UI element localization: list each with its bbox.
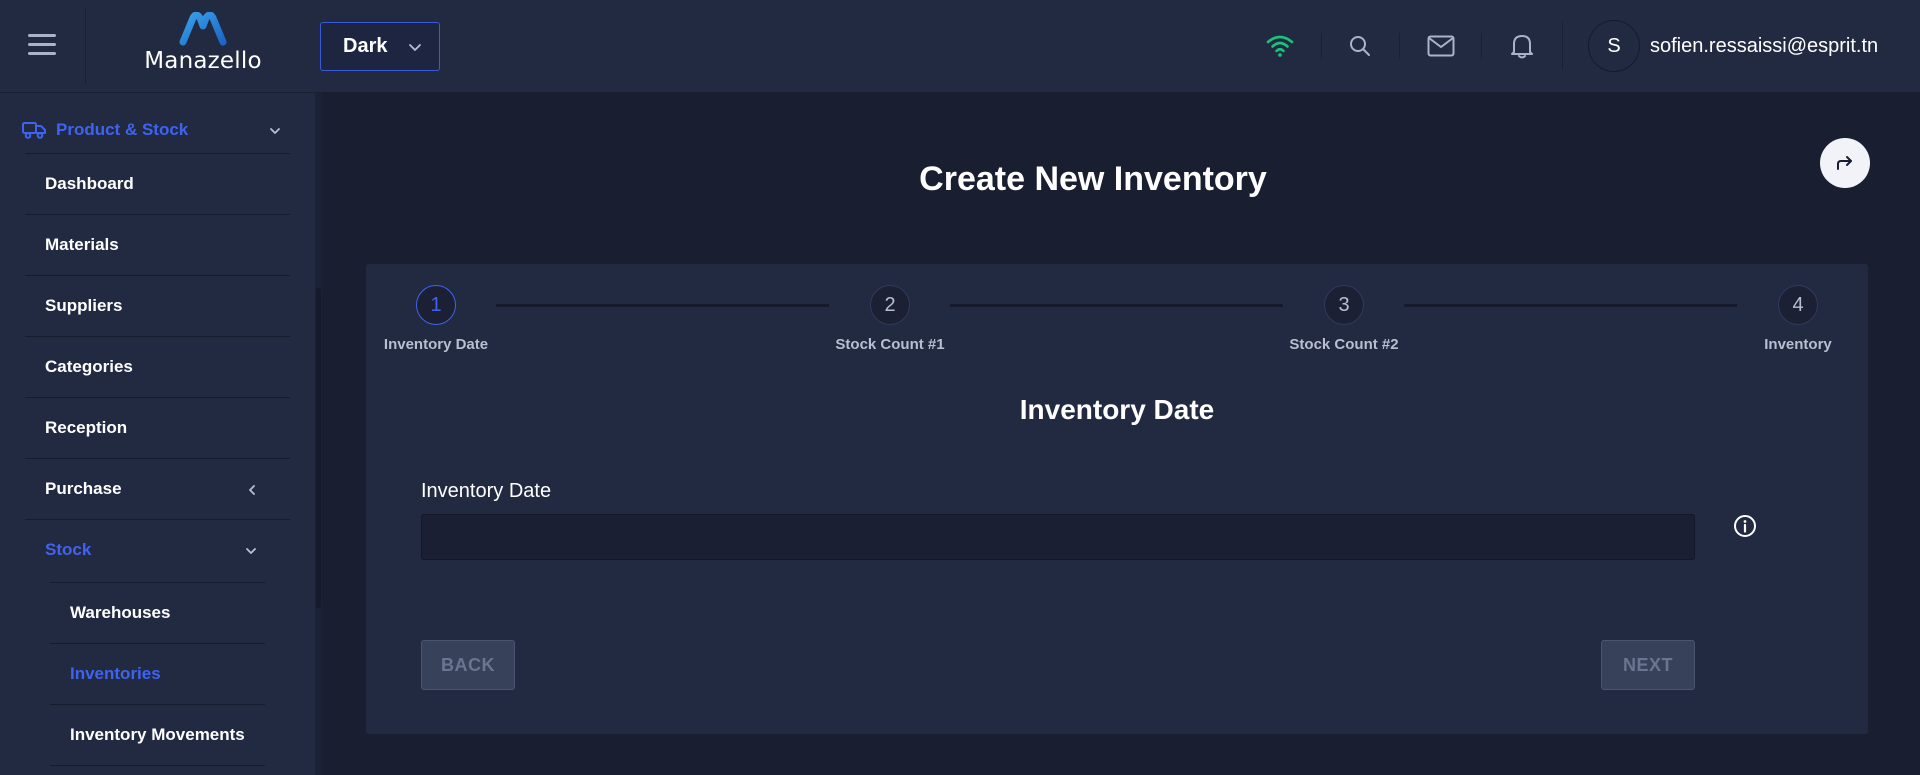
brand-name: Manazello bbox=[144, 48, 262, 74]
wifi-icon[interactable] bbox=[1265, 31, 1295, 61]
sidebar-item-label: Categories bbox=[45, 357, 133, 376]
sidebar-item-label: Purchase bbox=[45, 479, 122, 498]
chevron-down-icon bbox=[246, 548, 256, 554]
user-menu[interactable]: S sofien.ressaissi@esprit.tn bbox=[1588, 20, 1878, 72]
sidebar-item-suppliers[interactable]: Suppliers bbox=[25, 275, 290, 336]
logo-mark-icon bbox=[179, 12, 227, 46]
brand-logo[interactable]: Manazello bbox=[138, 12, 268, 78]
menu-icon[interactable] bbox=[28, 34, 56, 56]
step-4-indicator[interactable]: 4 bbox=[1778, 285, 1818, 325]
divider bbox=[1562, 22, 1563, 70]
sidebar-item-label: Suppliers bbox=[45, 296, 123, 315]
next-button[interactable]: NEXT bbox=[1601, 640, 1695, 690]
sidebar-subitem-label: Warehouses bbox=[70, 603, 171, 622]
info-icon[interactable] bbox=[1732, 513, 1758, 539]
divider bbox=[1399, 33, 1400, 59]
page-title: Create New Inventory bbox=[919, 160, 1267, 198]
user-email: sofien.ressaissi@esprit.tn bbox=[1650, 34, 1879, 57]
scrollbar-thumb[interactable] bbox=[316, 288, 321, 608]
sidebar-item-stock[interactable]: Stock bbox=[25, 519, 290, 580]
sidebar-item-dashboard[interactable]: Dashboard bbox=[25, 153, 290, 214]
chevron-down-icon bbox=[409, 44, 421, 51]
step-1-indicator[interactable]: 1 bbox=[416, 285, 456, 325]
step-connector bbox=[950, 304, 1283, 307]
sidebar-subitem-next bbox=[50, 765, 265, 775]
sidebar-subitem-inventories[interactable]: Inventories bbox=[50, 643, 265, 704]
divider bbox=[1321, 33, 1322, 59]
avatar: S bbox=[1588, 20, 1640, 72]
step-section-title: Inventory Date bbox=[1019, 394, 1215, 425]
step-1-label: Inventory Date bbox=[383, 336, 489, 353]
sidebar-item-reception[interactable]: Reception bbox=[25, 397, 290, 458]
sidebar-item-label: Dashboard bbox=[45, 174, 134, 193]
inventory-date-label: Inventory Date bbox=[421, 480, 552, 502]
back-button[interactable]: BACK bbox=[421, 640, 515, 690]
inventory-date-input[interactable] bbox=[421, 514, 1695, 560]
sidebar-item-purchase[interactable]: Purchase bbox=[25, 458, 290, 519]
sidebar-subitem-inventory-movements[interactable]: Inventory Movements bbox=[50, 704, 265, 765]
sidebar-item-label: Reception bbox=[45, 418, 128, 437]
sidebar-subitem-label: Inventory Movements bbox=[70, 725, 245, 744]
sidebar-item-materials[interactable]: Materials bbox=[25, 214, 290, 275]
step-2-label: Stock Count #1 bbox=[835, 336, 945, 353]
divider bbox=[85, 8, 86, 84]
mail-icon[interactable] bbox=[1426, 31, 1456, 61]
sidebar-section-label: Product & Stock bbox=[56, 120, 189, 139]
bell-icon[interactable] bbox=[1507, 31, 1537, 61]
step-connector bbox=[1404, 304, 1737, 307]
stepper-card: 1 2 3 4 Inventory Date Stock Count #1 St… bbox=[366, 264, 1868, 734]
step-4-label: Inventory bbox=[1764, 336, 1832, 353]
theme-select-value: Dark bbox=[343, 35, 388, 57]
step-2-indicator[interactable]: 2 bbox=[870, 285, 910, 325]
top-bar: Manazello Dark S sofien.ressaissi@esprit… bbox=[0, 0, 1920, 93]
sidebar-subitem-warehouses[interactable]: Warehouses bbox=[50, 582, 265, 643]
sidebar-item-label: Stock bbox=[45, 540, 92, 559]
divider bbox=[1481, 33, 1482, 59]
sidebar-section-product-stock[interactable]: Product & Stock bbox=[22, 105, 290, 155]
truck-icon bbox=[22, 122, 46, 139]
sidebar-item-categories[interactable]: Categories bbox=[25, 336, 290, 397]
theme-select[interactable]: Dark bbox=[320, 22, 440, 71]
chevron-down-icon bbox=[270, 128, 280, 134]
step-3-label: Stock Count #2 bbox=[1289, 336, 1399, 353]
sidebar: Product & Stock Dashboard Materials Supp… bbox=[0, 93, 315, 775]
sidebar-item-label: Materials bbox=[45, 235, 119, 254]
step-3-indicator[interactable]: 3 bbox=[1324, 285, 1364, 325]
sidebar-subitem-label: Inventories bbox=[70, 664, 161, 683]
step-connector bbox=[496, 304, 829, 307]
chevron-left-icon bbox=[249, 485, 255, 495]
search-icon[interactable] bbox=[1345, 31, 1375, 61]
sidebar-scrollbar[interactable] bbox=[315, 93, 322, 775]
